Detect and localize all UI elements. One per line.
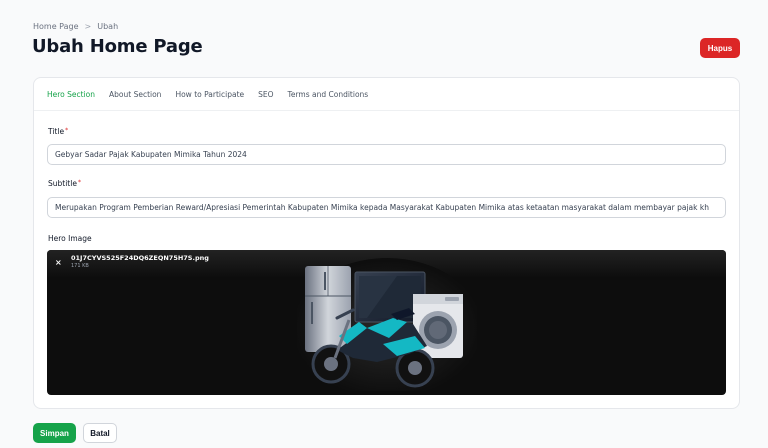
subtitle-label-text: Subtitle xyxy=(48,179,77,188)
breadcrumb-home[interactable]: Home Page xyxy=(33,22,79,31)
hero-image-upload[interactable]: × 01J7CYVS525F24DQ6ZEQN75H7S.png 171 KB xyxy=(47,250,726,395)
hero-image-label: Hero Image xyxy=(48,234,92,243)
remove-file-icon[interactable]: × xyxy=(55,258,62,267)
title-field-label: Title* xyxy=(48,127,68,136)
tab-seo[interactable]: SEO xyxy=(258,86,273,103)
tab-hero-section[interactable]: Hero Section xyxy=(47,86,95,103)
required-mark: * xyxy=(77,179,81,186)
subtitle-field-label: Subtitle* xyxy=(48,179,81,188)
title-label-text: Title xyxy=(48,127,65,136)
breadcrumb: Home Page > Ubah xyxy=(33,22,118,31)
cancel-button[interactable]: Batal xyxy=(83,423,117,443)
breadcrumb-separator: > xyxy=(84,22,92,31)
file-size: 171 KB xyxy=(71,263,89,269)
required-mark: * xyxy=(65,127,69,134)
tab-terms-and-conditions[interactable]: Terms and Conditions xyxy=(288,86,369,103)
page-title: Ubah Home Page xyxy=(32,36,203,57)
breadcrumb-current: Ubah xyxy=(97,22,119,31)
save-button[interactable]: Simpan xyxy=(33,423,76,443)
form-card: Hero Section About Section How to Partic… xyxy=(33,77,740,409)
title-input[interactable]: Gebyar Sadar Pajak Kabupaten Mimika Tahu… xyxy=(47,144,726,165)
file-name: 01J7CYVS525F24DQ6ZEQN75H7S.png xyxy=(71,254,209,262)
subtitle-input[interactable]: Merupakan Program Pemberian Reward/Apres… xyxy=(47,197,726,218)
hero-image-preview xyxy=(297,258,477,391)
tab-bar: Hero Section About Section How to Partic… xyxy=(34,78,739,111)
tab-about-section[interactable]: About Section xyxy=(109,86,161,103)
delete-button[interactable]: Hapus xyxy=(700,38,740,58)
tab-how-to-participate[interactable]: How to Participate xyxy=(175,86,244,103)
